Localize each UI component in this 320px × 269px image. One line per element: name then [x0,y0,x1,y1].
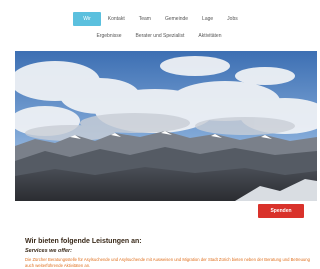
nav-item-team[interactable]: Team [132,12,158,26]
nav-item-gemeinde[interactable]: Gemeinde [158,12,195,26]
nav-item-lage[interactable]: Lage [195,12,220,26]
mountain-landscape-image [15,51,317,201]
services-body: Die Zürcher Beratungsstelle für Asylsuch… [25,257,310,268]
nav-item-jobs[interactable]: Jobs [220,12,245,26]
main-nav-row-1: Wir Kontakt Team Gemeinde Lage Jobs [0,12,318,26]
nav-item-berater[interactable]: Berater und Spezialist [129,29,192,43]
nav-item-kontakt[interactable]: Kontakt [101,12,132,26]
nav-item-ergebnisse[interactable]: Ergebnisse [89,29,128,43]
donate-button[interactable]: Spenden [258,204,304,218]
hero-image [15,51,317,201]
services-title: Wir bieten folgende Leistungen an: [25,238,142,245]
nav-item-aktivitaeten[interactable]: Aktivitäten [191,29,228,43]
services-subtitle: Services we offer: [25,248,72,254]
main-nav-row-2: Ergebnisse Berater und Spezialist Aktivi… [0,29,318,43]
nav-item-wir[interactable]: Wir [73,12,101,26]
